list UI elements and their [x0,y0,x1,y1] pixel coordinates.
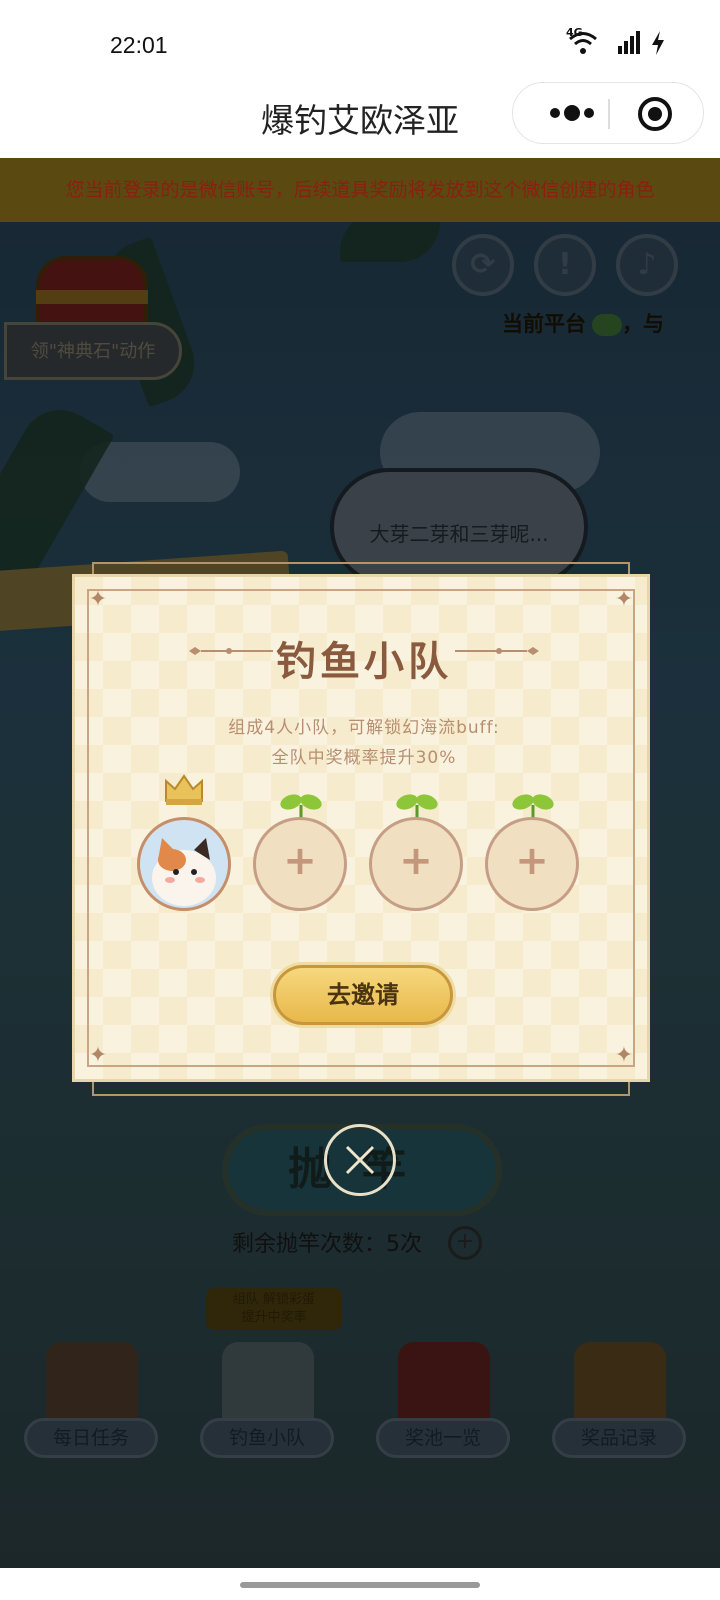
status-icons: 4G [566,26,666,56]
login-notice: 您当前登录的是微信账号，后续道具奖励将发放到这个微信创建的角色 [0,158,720,222]
invite-button[interactable]: 去邀请 [273,965,453,1025]
modal-close-button[interactable] [324,1124,396,1196]
status-bar: 22:01 4G [0,0,720,80]
title-ornament-right [455,647,539,655]
cat-avatar-icon [140,820,228,908]
status-time: 22:01 [110,32,168,58]
description-line-2: 全队中奖概率提升30% [271,748,457,768]
corner-ornament: ✦ [614,1043,634,1068]
exit-mini-program-icon[interactable] [637,96,673,132]
plus-icon: + [283,838,317,884]
home-indicator-area [0,1568,720,1600]
corner-ornament: ✦ [614,587,634,612]
more-icon[interactable] [537,97,607,129]
plus-icon: + [515,838,549,884]
modal-title: 钓鱼小队 [276,639,452,685]
close-icon [345,1145,375,1175]
plus-icon: + [399,838,433,884]
empty-member-slot[interactable]: + [369,817,463,911]
modal-description: 组成4人小队，可解锁幻海流buff: 全队中奖概率提升30% [75,713,653,773]
network-type: 4G [566,26,583,39]
home-indicator-bar[interactable] [240,1582,480,1588]
empty-member-slot[interactable]: + [485,817,579,911]
capsule-divider [608,99,610,129]
corner-ornament: ✦ [88,587,108,612]
description-line-1: 组成4人小队，可解锁幻海流buff: [228,718,500,738]
mini-program-title-bar: 爆钓艾欧泽亚 [0,80,720,158]
fishing-team-modal: ✦ ✦ ✦ ✦ 钓鱼小队 组成4人小队，可解锁幻海流buff: 全队中奖概率提升… [72,574,650,1082]
crown-icon [165,774,203,805]
team-leader-avatar[interactable] [137,817,231,911]
empty-member-slot[interactable]: + [253,817,347,911]
corner-ornament: ✦ [88,1043,108,1068]
cellular-signal-icon [618,31,640,54]
charging-bolt-icon [652,31,664,55]
mini-program-capsule [512,82,704,144]
